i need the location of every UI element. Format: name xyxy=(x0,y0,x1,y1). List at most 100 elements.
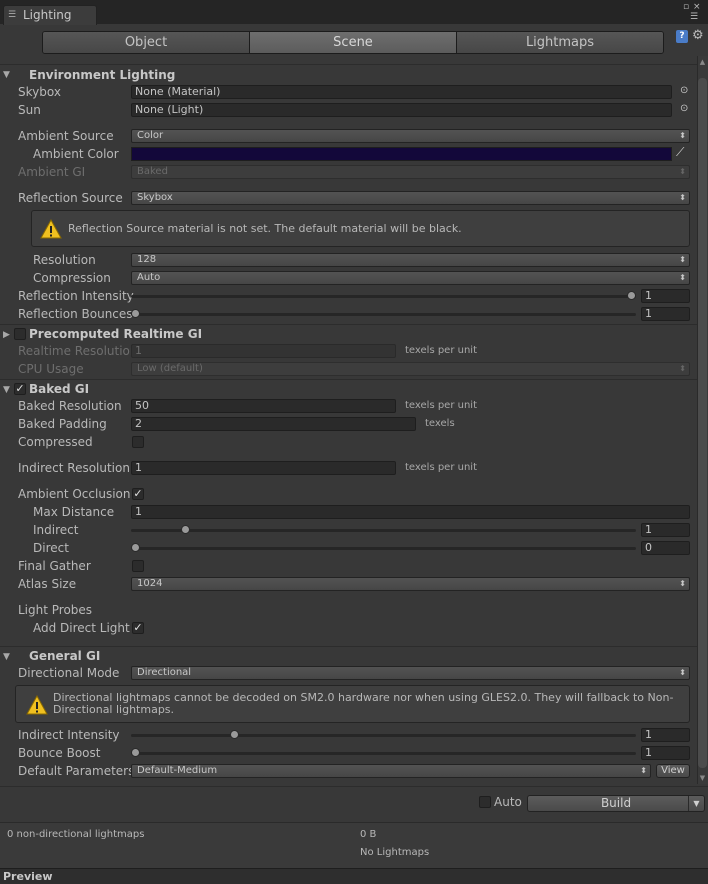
ambient-source-dropdown[interactable]: Color ⬍ xyxy=(131,129,690,143)
skybox-field[interactable]: None (Material) xyxy=(131,85,672,99)
final-gather-checkbox[interactable] xyxy=(132,560,144,572)
indirect-intensity-slider[interactable] xyxy=(131,728,636,742)
bounce-boost-slider[interactable] xyxy=(131,746,636,760)
compression-label: Compression xyxy=(33,271,111,285)
baked-resolution-label: Baked Resolution xyxy=(18,399,122,413)
slider-thumb[interactable] xyxy=(131,748,140,757)
reflection-source-dropdown[interactable]: Skybox ⬍ xyxy=(131,191,690,205)
directional-mode-dropdown[interactable]: Directional ⬍ xyxy=(131,666,690,680)
max-distance-field[interactable]: 1 xyxy=(131,505,690,519)
slider-thumb[interactable] xyxy=(131,543,140,552)
direct-slider[interactable] xyxy=(131,541,636,555)
realtime-gi-toggle[interactable] xyxy=(14,328,26,340)
ambient-gi-dropdown: Baked ⬍ xyxy=(131,165,690,179)
gear-icon[interactable]: ⚙ xyxy=(692,28,704,43)
baked-resolution-field[interactable]: 50 xyxy=(131,399,396,413)
slider-track xyxy=(131,313,636,316)
realtime-resolution-label: Realtime Resolution xyxy=(18,344,138,358)
add-direct-light-checkbox[interactable]: ✓ xyxy=(132,622,144,634)
reflection-source-value: Skybox xyxy=(137,192,173,203)
baked-gi-toggle[interactable]: ✓ xyxy=(14,383,26,395)
slider-track xyxy=(131,734,636,737)
build-button-label: Build xyxy=(600,796,632,810)
reflection-intensity-label: Reflection Intensity xyxy=(18,289,134,303)
window-menu-icon[interactable]: ☰ xyxy=(690,12,698,22)
help-book-icon[interactable]: ? xyxy=(676,30,688,43)
directional-warning-text: Directional lightmaps cannot be decoded … xyxy=(53,691,674,716)
default-parameters-dropdown[interactable]: Default-Medium ⬍ xyxy=(131,764,651,778)
build-options-arrow-icon[interactable]: ▼ xyxy=(688,796,704,811)
indirect-resolution-field[interactable]: 1 xyxy=(131,461,396,475)
maximize-icon[interactable]: ▫ xyxy=(683,2,689,12)
slider-track xyxy=(131,529,636,532)
foldout-arrow-icon[interactable]: ▼ xyxy=(3,385,10,395)
baked-padding-field[interactable]: 2 xyxy=(131,417,416,431)
scrollbar-thumb[interactable] xyxy=(698,78,707,768)
final-gather-label: Final Gather xyxy=(18,559,91,573)
preview-bar[interactable]: Preview xyxy=(0,868,708,884)
dropdown-arrows-icon: ⬍ xyxy=(679,167,686,176)
ambient-source-value: Color xyxy=(137,130,164,141)
direct-field[interactable]: 0 xyxy=(641,541,690,555)
reflection-intensity-slider[interactable] xyxy=(131,289,636,303)
bounce-boost-field[interactable]: 1 xyxy=(641,746,690,760)
slider-thumb[interactable] xyxy=(181,525,190,534)
baked-padding-label: Baked Padding xyxy=(18,417,107,431)
slider-track xyxy=(131,547,636,550)
divider xyxy=(0,379,697,380)
reflection-intensity-field[interactable]: 1 xyxy=(641,289,690,303)
object-picker-icon[interactable]: ⊙ xyxy=(680,103,688,114)
sun-field[interactable]: None (Light) xyxy=(131,103,672,117)
directional-warning-box: Directional lightmaps cannot be decoded … xyxy=(15,685,690,723)
lighting-window-tab[interactable]: ☰ Lighting xyxy=(3,5,97,25)
window-titlebar xyxy=(0,0,708,24)
indirect-intensity-field[interactable]: 1 xyxy=(641,728,690,742)
view-button[interactable]: View xyxy=(656,764,690,778)
atlas-size-dropdown[interactable]: 1024 ⬍ xyxy=(131,577,690,591)
lightmap-size-text: 0 B xyxy=(360,829,377,840)
lighting-tab-label: Lighting xyxy=(23,8,72,22)
realtime-resolution-field: 1 xyxy=(131,344,396,358)
tab-object[interactable]: Object xyxy=(43,32,250,53)
warning-icon xyxy=(26,695,48,715)
dropdown-arrows-icon: ⬍ xyxy=(679,364,686,373)
slider-thumb[interactable] xyxy=(230,730,239,739)
default-parameters-value: Default-Medium xyxy=(137,765,218,776)
reflection-bounces-field[interactable]: 1 xyxy=(641,307,690,321)
object-picker-icon[interactable]: ⊙ xyxy=(680,85,688,96)
foldout-arrow-icon[interactable]: ▶ xyxy=(3,330,10,340)
tab-lightmaps[interactable]: Lightmaps xyxy=(457,32,663,53)
ambient-gi-value: Baked xyxy=(137,166,168,177)
foldout-arrow-icon[interactable]: ▼ xyxy=(3,652,10,662)
tab-scene[interactable]: Scene xyxy=(250,32,457,53)
dropdown-arrows-icon: ⬍ xyxy=(679,193,686,202)
close-icon[interactable]: × xyxy=(693,2,701,12)
ambient-color-swatch[interactable] xyxy=(131,147,672,161)
dropdown-arrows-icon: ⬍ xyxy=(679,668,686,677)
ambient-occlusion-checkbox[interactable]: ✓ xyxy=(132,488,144,500)
scroll-down-icon[interactable]: ▼ xyxy=(698,774,707,782)
eyedropper-icon[interactable]: ⟋ xyxy=(676,145,684,160)
dropdown-arrows-icon: ⬍ xyxy=(679,579,686,588)
reflection-warning-box: Reflection Source material is not set. T… xyxy=(31,210,690,247)
realtime-gi-header[interactable]: Precomputed Realtime GI xyxy=(29,327,202,341)
general-gi-header[interactable]: General GI xyxy=(29,649,100,663)
slider-thumb[interactable] xyxy=(131,309,140,318)
indirect-slider[interactable] xyxy=(131,523,636,537)
lighting-list-icon: ☰ xyxy=(8,10,17,20)
reflection-bounces-slider[interactable] xyxy=(131,307,636,321)
compression-value: Auto xyxy=(137,272,161,283)
build-button[interactable]: Build ▼ xyxy=(527,795,705,812)
baked-gi-header[interactable]: Baked GI xyxy=(29,382,89,396)
indirect-field[interactable]: 1 xyxy=(641,523,690,537)
ambient-color-label: Ambient Color xyxy=(33,147,119,161)
scroll-up-icon[interactable]: ▲ xyxy=(698,58,707,66)
add-direct-light-label: Add Direct Light xyxy=(33,621,130,635)
compression-dropdown[interactable]: Auto ⬍ xyxy=(131,271,690,285)
auto-checkbox[interactable] xyxy=(479,796,491,808)
resolution-dropdown[interactable]: 128 ⬍ xyxy=(131,253,690,267)
compressed-checkbox[interactable] xyxy=(132,436,144,448)
foldout-arrow-icon[interactable]: ▼ xyxy=(3,70,10,80)
environment-lighting-header[interactable]: Environment Lighting xyxy=(29,68,175,82)
slider-thumb[interactable] xyxy=(627,291,636,300)
